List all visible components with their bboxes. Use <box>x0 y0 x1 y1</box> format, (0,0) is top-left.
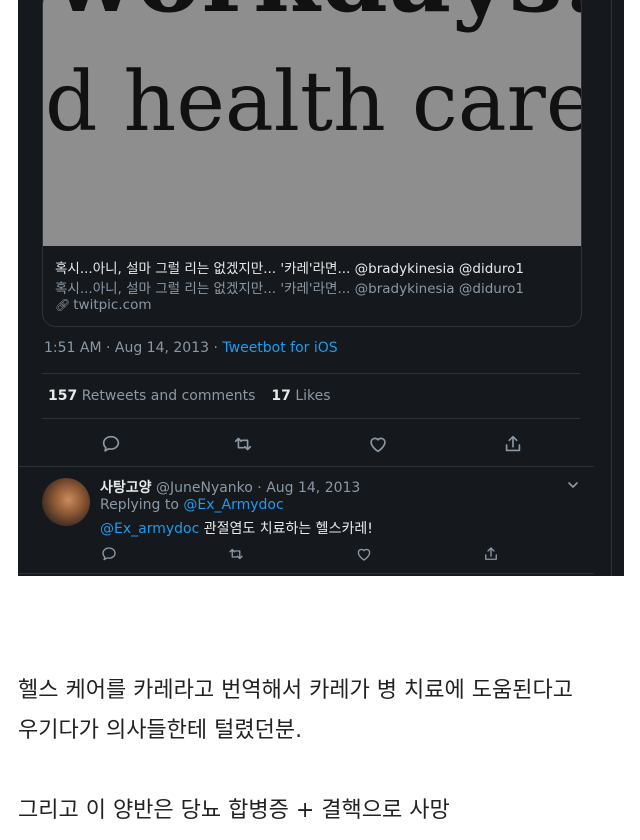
reply-mention[interactable]: @Ex_armydoc <box>100 521 199 537</box>
replying-to-handle[interactable]: @Ex_Armydoc <box>183 497 283 513</box>
retweet-icon[interactable] <box>232 433 254 455</box>
like-icon[interactable] <box>355 545 373 563</box>
divider <box>42 418 580 419</box>
replying-to-label: Replying to <box>100 497 184 513</box>
share-icon[interactable] <box>482 545 500 563</box>
tweet-time-date: 1:51 AM · Aug 14, 2013 · <box>44 340 223 356</box>
divider <box>42 373 580 374</box>
card-description: 혹시...아니, 설마 그럴 리는 없겠지만... '카레'라면... @bra… <box>55 281 524 297</box>
likes-link[interactable]: 17 Likes <box>271 388 330 404</box>
retweet-icon[interactable] <box>227 545 245 563</box>
column-border <box>611 0 612 576</box>
link-icon: 🔗︎ <box>55 298 71 312</box>
share-icon[interactable] <box>502 433 524 455</box>
reply-icon[interactable] <box>100 545 118 563</box>
card-domain: 🔗︎ twitpic.com <box>55 297 151 313</box>
image-text-top: workdays. It <box>53 0 581 34</box>
likes-label: Likes <box>295 388 331 404</box>
replying-to: Replying to @Ex_Armydoc <box>100 497 284 513</box>
caption-line-1: 헬스 케어를 카레라고 번역해서 카레가 병 치료에 도움된다고 <box>18 678 573 703</box>
link-card[interactable]: workdays. It d health care, 혹시...아니, 설마 … <box>42 0 582 327</box>
reply-handle-date: @JuneNyanko · Aug 14, 2013 <box>155 480 361 496</box>
retweets-link[interactable]: 157 Retweets and comments <box>48 388 255 404</box>
retweets-count: 157 <box>48 388 78 404</box>
retweets-label: Retweets and comments <box>81 388 256 404</box>
avatar[interactable] <box>42 478 90 526</box>
tweet-stats: 157 Retweets and comments 17 Likes <box>48 388 331 404</box>
reply-text: @Ex_armydoc 관절염도 치료하는 헬스카레! <box>100 518 373 538</box>
divider <box>18 466 594 467</box>
likes-count: 17 <box>271 388 291 404</box>
reply-icon[interactable] <box>100 433 122 455</box>
reply-display-name[interactable]: 사탕고양 <box>100 480 152 496</box>
like-icon[interactable] <box>367 433 389 455</box>
reply-body-text: 관절염도 치료하는 헬스카레! <box>199 521 373 537</box>
reply-author: 사탕고양 @JuneNyanko · Aug 14, 2013 <box>100 477 360 497</box>
card-title: 혹시...아니, 설마 그럴 리는 없겠지만... '카레'라면... @bra… <box>55 261 524 277</box>
caption-line-2: 우기다가 의사들한테 털렸던분. <box>18 718 303 743</box>
tweet-source-link[interactable]: Tweetbot for iOS <box>222 340 337 356</box>
card-image: workdays. It d health care, <box>43 0 581 246</box>
card-domain-text: twitpic.com <box>73 297 152 313</box>
tweet-timestamp: 1:51 AM · Aug 14, 2013 · Tweetbot for iO… <box>44 340 338 356</box>
caption-line-3: 그리고 이 양반은 당뇨 합병증 + 결핵으로 사망 <box>18 798 450 823</box>
image-text-main: d health care, <box>45 55 581 150</box>
divider <box>18 573 594 574</box>
chevron-down-icon[interactable] <box>566 478 580 492</box>
